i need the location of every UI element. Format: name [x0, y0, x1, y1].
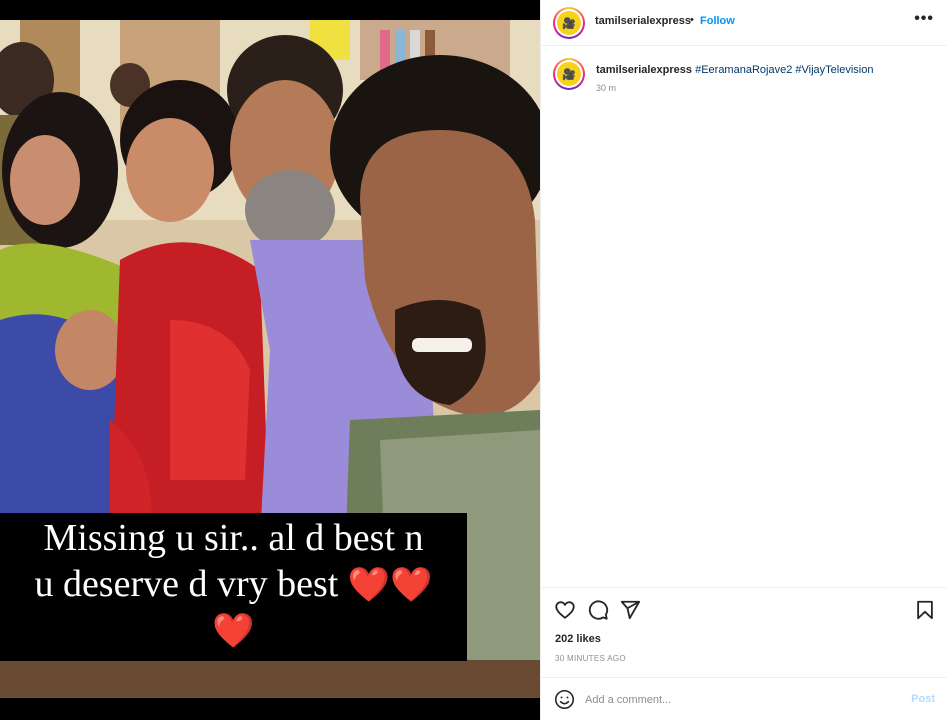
hashtag-link[interactable]: #VijayTelevision — [795, 64, 873, 76]
post-header: 🎥 tamilserialexpress • Follow ••• — [541, 0, 947, 46]
hashtag-link[interactable]: #EeramanaRojave2 — [695, 64, 792, 76]
post-side-panel: 🎥 tamilserialexpress • Follow ••• 🎥 tami… — [540, 0, 947, 720]
caption-text: tamilserialexpress #EeramanaRojave2 #Vij… — [596, 63, 936, 77]
caption-timestamp[interactable]: 30 m — [596, 83, 616, 93]
heart-emoji: ❤️ — [390, 565, 433, 605]
avatar[interactable]: 🎥 — [553, 58, 585, 90]
follow-button[interactable]: Follow — [700, 15, 735, 27]
more-horizontal-icon[interactable]: ••• — [914, 10, 934, 28]
image-caption-line-2-wrap: u deserve d vry best ❤️❤️ — [0, 561, 467, 608]
comment-bubble-icon[interactable] — [587, 599, 609, 621]
comments-list[interactable]: 🎥 tamilserialexpress #EeramanaRojave2 #V… — [541, 47, 947, 587]
heart-icon[interactable] — [554, 599, 576, 621]
avatar-ring: 🎥 — [555, 60, 583, 88]
send-icon[interactable] — [619, 599, 641, 621]
add-comment-bar: Post — [541, 677, 947, 720]
avatar[interactable]: 🎥 — [553, 7, 585, 39]
smiley-icon[interactable] — [554, 689, 575, 710]
post-timestamp[interactable]: 30 MINUTES AGO — [555, 654, 626, 663]
heart-emoji: ❤️ — [347, 565, 391, 605]
username-link[interactable]: tamilserialexpress — [595, 15, 691, 27]
avatar-ring: 🎥 — [555, 9, 583, 37]
image-caption-line: Missing u sir.. al d best n — [43, 517, 424, 559]
likes-count[interactable]: 202 likes — [555, 633, 601, 645]
comment-input[interactable] — [585, 689, 895, 710]
post-media[interactable]: Missing u sir.. al d best n u deserve d … — [0, 0, 540, 720]
post-actions: 202 likes 30 MINUTES AGO — [541, 587, 947, 677]
camera-logo-icon: 🎥 — [557, 11, 581, 35]
heart-emoji: ❤️ — [212, 611, 255, 651]
caption-username[interactable]: tamilserialexpress — [596, 64, 692, 76]
image-caption: Missing u sir.. al d best n u deserve d … — [0, 515, 467, 654]
bookmark-icon[interactable] — [914, 599, 936, 621]
post-comment-button[interactable]: Post — [911, 693, 935, 705]
camera-logo-icon: 🎥 — [557, 62, 581, 86]
separator-dot: • — [690, 14, 694, 26]
image-caption-line: u deserve d vry best — [34, 563, 339, 605]
